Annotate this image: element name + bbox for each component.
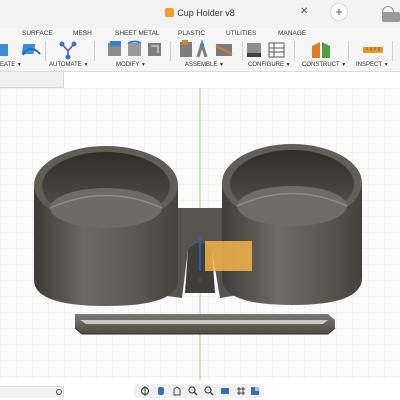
viewport-icon[interactable]: [250, 386, 260, 396]
assemble-menu[interactable]: ASSEMBLE ▼: [185, 62, 224, 68]
tab-utilities[interactable]: UTILITIES: [226, 30, 256, 37]
pan-icon[interactable]: [156, 386, 166, 396]
toolbar: SURFACE MESH SHEET METAL PLASTIC UTILITI…: [0, 28, 400, 72]
create-tools-icon[interactable]: [0, 40, 46, 60]
selection-highlight[interactable]: [205, 241, 252, 271]
modify-menu[interactable]: MODIFY ▼: [116, 62, 146, 68]
create-menu[interactable]: EATE ▼: [0, 62, 22, 68]
automate-menu[interactable]: AUTOMATE ▼: [49, 62, 88, 68]
comments-panel-header[interactable]: [0, 386, 64, 398]
browser-panel-header[interactable]: [0, 72, 64, 88]
separator: [45, 41, 46, 61]
canvas-viewport[interactable]: [0, 88, 400, 380]
configure-tools-icon[interactable]: [247, 40, 287, 60]
orbit-icon[interactable]: [140, 386, 150, 396]
look-at-icon[interactable]: [172, 386, 182, 396]
construct-menu[interactable]: CONSTRUCT ▼: [302, 62, 346, 68]
separator: [392, 41, 393, 61]
separator: [94, 41, 95, 61]
zoom-icon[interactable]: [188, 386, 198, 396]
inspect-menu[interactable]: INSPECT ▼: [356, 62, 389, 68]
base-plate[interactable]: [74, 314, 336, 335]
tab-mesh[interactable]: MESH: [73, 30, 92, 37]
separator: [242, 41, 243, 61]
notification-icon[interactable]: [382, 12, 400, 22]
zoom-window-icon[interactable]: [204, 386, 214, 396]
cube-icon: [165, 8, 175, 17]
navigation-bar: [134, 384, 264, 398]
measure-icon[interactable]: [362, 40, 384, 60]
grid-settings-icon[interactable]: [236, 386, 246, 396]
left-cup[interactable]: [34, 146, 178, 306]
separator: [348, 41, 349, 61]
configure-menu[interactable]: CONFIGURE ▼: [248, 62, 291, 68]
modify-tools-icon[interactable]: [108, 40, 164, 60]
display-settings-icon[interactable]: [220, 386, 230, 396]
separator: [294, 41, 295, 61]
automate-icon[interactable]: [58, 40, 78, 60]
construct-plane-icon[interactable]: [310, 40, 334, 60]
right-cup[interactable]: [222, 144, 362, 305]
window-title: Cup Holder v8: [177, 8, 235, 18]
separator: [170, 41, 171, 61]
tab-sheet-metal[interactable]: SHEET METAL: [115, 30, 160, 37]
close-tab-button[interactable]: ✕: [300, 6, 308, 17]
origin-point[interactable]: [198, 278, 202, 282]
comments-toggle-icon[interactable]: [56, 389, 62, 395]
tab-manage[interactable]: MANAGE: [278, 30, 306, 37]
title-bar: Cup Holder v8 ✕ +: [0, 0, 400, 28]
tab-surface[interactable]: SURFACE: [22, 30, 53, 37]
assemble-tools-icon[interactable]: [178, 40, 238, 60]
tab-plastic[interactable]: PLASTIC: [178, 30, 205, 37]
new-tab-button[interactable]: +: [330, 3, 348, 21]
model-canvas[interactable]: [0, 88, 400, 380]
